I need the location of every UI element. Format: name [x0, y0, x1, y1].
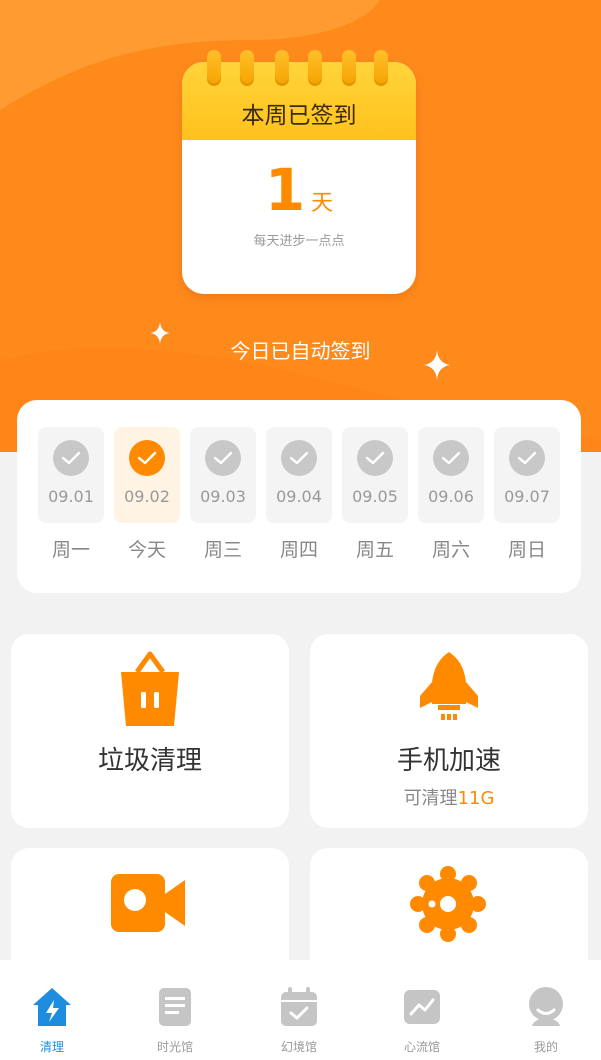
chart-icon	[404, 990, 440, 1024]
tab-label: 我的	[533, 1040, 558, 1054]
day-label: 周四	[279, 539, 318, 561]
tab-dream-hall[interactable]: 幻境馆	[239, 960, 359, 1060]
rocket-icon	[420, 652, 478, 720]
home-bolt-icon	[33, 988, 71, 1026]
day-label: 周五	[355, 539, 394, 561]
signin-count: 1天	[182, 156, 416, 224]
day-date: 09.07	[504, 487, 550, 506]
day-item-0[interactable]: 09.01 周一	[38, 427, 104, 562]
tab-label: 时光馆	[156, 1040, 193, 1054]
day-item-4[interactable]: 09.05 周五	[342, 427, 408, 562]
trash-basket-icon	[121, 651, 179, 726]
day-item-1-today[interactable]: 09.02 今天	[114, 427, 180, 562]
calendar-rings	[200, 50, 400, 90]
tile-subtitle: 可清理11G	[310, 784, 588, 810]
tile-title: 垃圾清理	[97, 746, 202, 776]
calendar-check-icon	[281, 987, 317, 1026]
day-label: 周六	[431, 539, 470, 561]
tab-clean[interactable]: 清理	[0, 960, 112, 1060]
day-item-2[interactable]: 09.03 周三	[190, 427, 256, 562]
day-date: 09.01	[48, 487, 94, 506]
day-date: 09.04	[276, 487, 322, 506]
calendar-subtitle: 每天进步一点点	[253, 234, 345, 249]
check-icon	[205, 440, 241, 476]
day-label: 周三	[203, 539, 242, 561]
tab-time-hall[interactable]: 时光馆	[115, 960, 235, 1060]
day-item-5[interactable]: 09.06 周六	[418, 427, 484, 562]
day-label: 周日	[507, 539, 546, 561]
day-date: 09.02	[124, 487, 170, 506]
tab-label: 幻境馆	[280, 1040, 317, 1054]
phone-speedup-tile[interactable]: 手机加速 可清理11G	[310, 634, 588, 828]
profile-icon	[529, 987, 563, 1026]
gear-icon	[410, 866, 486, 942]
document-icon	[159, 988, 191, 1026]
check-icon	[509, 440, 545, 476]
week-signin-card: 09.01 周一 09.02 今天 09.03 周三 09.04 周四 09.0…	[17, 400, 581, 593]
tile-subtitle-value: 11G	[457, 788, 495, 809]
check-icon	[357, 440, 393, 476]
signin-count-unit: 天	[311, 191, 334, 216]
check-icon	[129, 440, 165, 476]
signin-count-number: 1	[264, 156, 306, 224]
day-item-3[interactable]: 09.04 周四	[266, 427, 332, 562]
tab-profile[interactable]: 我的	[486, 960, 601, 1060]
video-camera-icon	[111, 874, 185, 932]
tile-subtitle-prefix: 可清理	[403, 788, 458, 809]
trash-clean-tile[interactable]: 垃圾清理	[11, 634, 289, 828]
day-label: 今天	[127, 539, 166, 561]
check-icon	[53, 440, 89, 476]
day-date: 09.03	[200, 487, 246, 506]
day-date: 09.06	[428, 487, 474, 506]
check-icon	[281, 440, 317, 476]
tile-title: 手机加速	[396, 746, 501, 776]
weekly-signin-calendar: 本周已签到 1天 每天进步一点点	[182, 62, 416, 294]
day-date: 09.05	[352, 487, 398, 506]
check-icon	[433, 440, 469, 476]
tab-label: 清理	[39, 1040, 64, 1054]
day-item-6[interactable]: 09.07 周日	[494, 427, 560, 562]
tab-label: 心流馆	[403, 1040, 440, 1054]
day-label: 周一	[51, 539, 90, 561]
auto-signin-text: 今日已自动签到	[230, 339, 371, 363]
bottom-tab-bar: 清理 时光馆 幻境馆 心流馆 我的	[0, 960, 601, 1060]
tab-flow-hall[interactable]: 心流馆	[362, 960, 482, 1060]
